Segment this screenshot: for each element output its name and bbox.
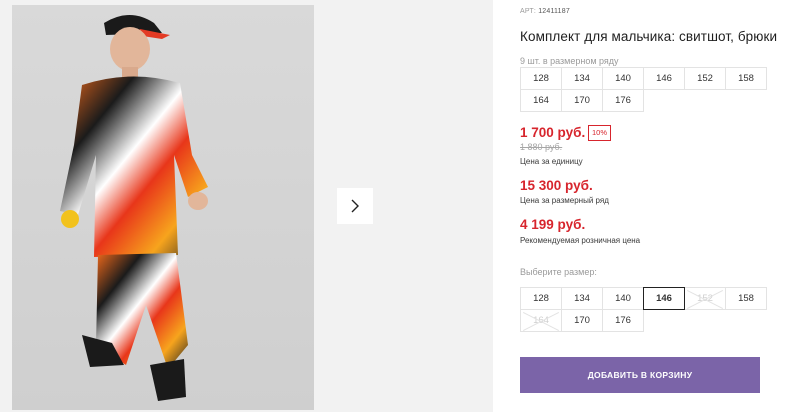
size-option-176[interactable]: 176 — [602, 309, 644, 332]
sku-value: 12411187 — [538, 8, 570, 15]
size-option-140[interactable]: 140 — [602, 287, 644, 310]
unit-price-label: Цена за единицу — [520, 157, 583, 166]
size-option-152: 152 — [684, 287, 726, 310]
size-option-146[interactable]: 146 — [643, 287, 685, 310]
pack-size-cell: 170 — [561, 89, 603, 112]
product-gallery — [0, 0, 493, 412]
pack-price: 15 300 руб. — [520, 178, 593, 193]
product-title: Комплект для мальчика: свитшот, брюки — [520, 29, 778, 44]
pack-size-grid: 128 134 140 146 152 158 164 170 176 — [520, 67, 767, 112]
chevron-right-icon — [351, 199, 359, 213]
discount-badge: 10% — [588, 125, 612, 141]
size-option-164: 164 — [520, 309, 562, 332]
sku-label: АРТ: — [520, 8, 537, 15]
retail-price: 4 199 руб. — [520, 217, 586, 232]
gallery-next-button[interactable] — [337, 188, 373, 224]
pack-size-label: 9 шт. в размерном ряду — [520, 56, 619, 66]
pack-size-cell: 176 — [602, 89, 644, 112]
old-price: 1 880 руб. — [520, 142, 563, 152]
pack-size-cell: 164 — [520, 89, 562, 112]
product-photo-illustration — [60, 15, 208, 401]
pack-size-cell: 134 — [561, 67, 603, 90]
choose-size-label: Выберите размер: — [520, 267, 597, 277]
product-info-panel: АРТ: 12411187 Комплект для мальчика: сви… — [520, 0, 790, 412]
size-option-128[interactable]: 128 — [520, 287, 562, 310]
product-sku: АРТ: 12411187 — [520, 8, 570, 15]
size-picker-grid: 128 134 140 146 152 158 164 170 176 — [520, 287, 767, 332]
product-photo[interactable] — [12, 5, 314, 410]
size-option-170[interactable]: 170 — [561, 309, 603, 332]
pack-size-cell: 140 — [602, 67, 644, 90]
add-to-cart-button[interactable]: ДОБАВИТЬ В КОРЗИНУ — [520, 357, 760, 393]
unit-price: 1 700 руб. — [520, 125, 586, 140]
size-option-134[interactable]: 134 — [561, 287, 603, 310]
pack-size-cell: 158 — [725, 67, 767, 90]
pack-price-label: Цена за размерный ряд — [520, 196, 609, 205]
pack-size-cell: 152 — [684, 67, 726, 90]
size-option-158[interactable]: 158 — [725, 287, 767, 310]
retail-price-label: Рекомендуемая розничная цена — [520, 236, 641, 245]
pack-size-cell: 128 — [520, 67, 562, 90]
pack-size-cell: 146 — [643, 67, 685, 90]
